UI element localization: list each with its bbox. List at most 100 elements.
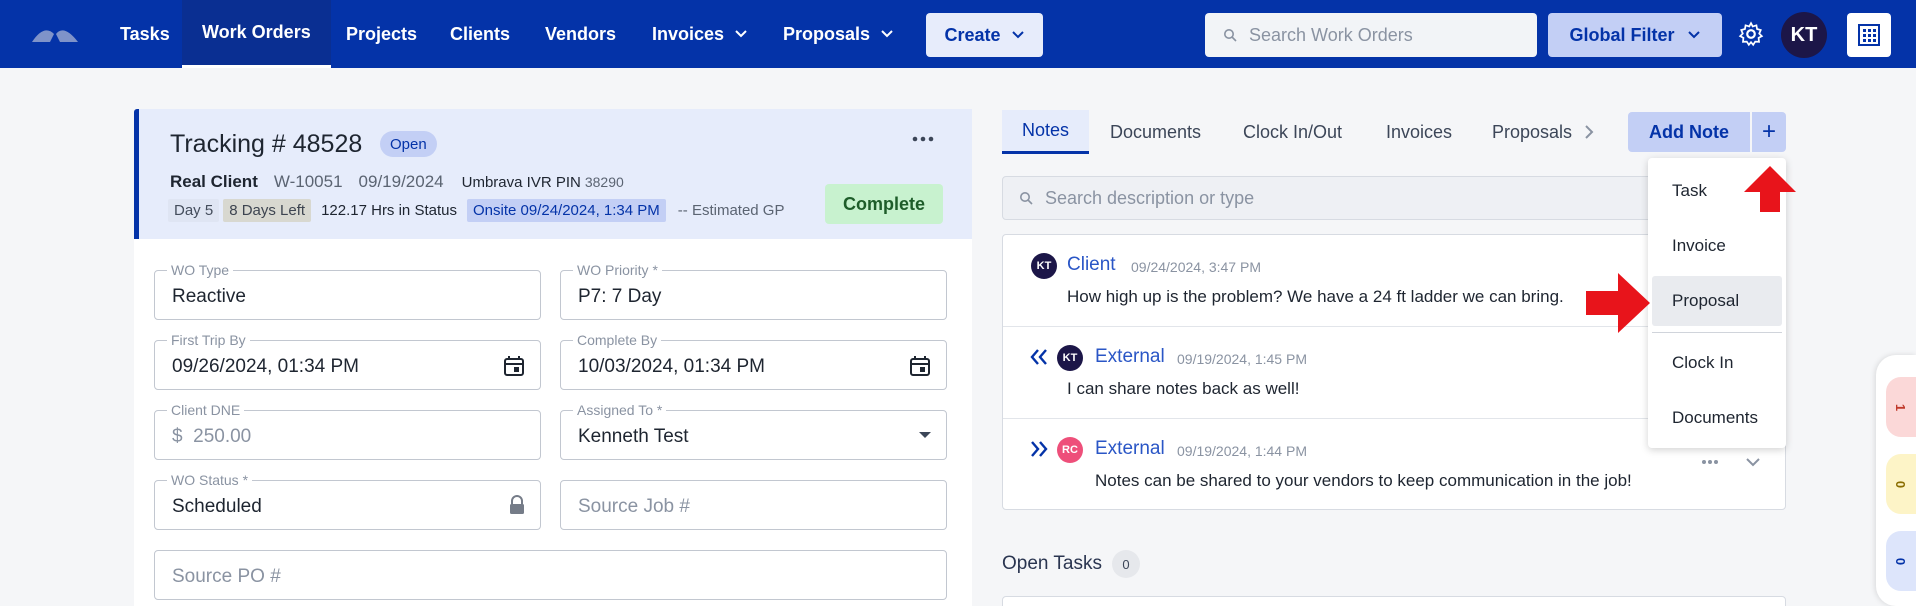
work-order-chips: Day 5 8 Days Left 122.17 Hrs in Status O… <box>168 199 784 222</box>
client-name[interactable]: Real Client <box>170 172 258 192</box>
wo-status-value: Scheduled <box>172 496 262 517</box>
note-author: External <box>1095 438 1165 459</box>
nav-proposals[interactable]: Proposals <box>783 0 894 68</box>
nav-work-orders-label: Work Orders <box>202 22 311 42</box>
day-chip: Day 5 <box>168 199 220 222</box>
work-order-meta: Real Client W-10051 09/19/2024 Umbrava I… <box>170 172 624 192</box>
global-filter-label: Global Filter <box>1569 24 1675 45</box>
tab-notes[interactable]: Notes <box>1002 110 1090 154</box>
chevron-down-icon <box>735 30 747 38</box>
wo-type-field[interactable]: WO Type Reactive <box>154 262 541 320</box>
note-timestamp: 09/19/2024, 1:44 PM <box>1177 443 1307 459</box>
wo-status-label: WO Status * <box>167 472 253 488</box>
side-count-yellow-value: 0 <box>1893 480 1909 488</box>
side-count-yellow[interactable]: 0 <box>1886 454 1916 514</box>
nav-invoices[interactable]: Invoices <box>652 0 748 68</box>
open-tasks-count: 0 <box>1111 550 1140 578</box>
note-author: External <box>1095 346 1165 367</box>
wo-number: W-10051 <box>273 172 343 191</box>
first-trip-by-field[interactable]: First Trip By 09/26/2024, 01:34 PM <box>154 332 541 390</box>
source-job-input[interactable]: Source Job # <box>560 480 947 530</box>
note-body: How high up is the problem? We have a 24… <box>1067 287 1564 306</box>
complete-by-value: 10/03/2024, 01:34 PM <box>578 356 765 377</box>
nav-projects-label: Projects <box>346 23 418 44</box>
building-icon <box>1858 24 1880 46</box>
note-search-placeholder: Search description or type <box>1045 187 1255 208</box>
nav-tasks-label: Tasks <box>120 23 170 44</box>
ivr-pin: 38290 <box>584 174 624 190</box>
client-dne-field[interactable]: Client DNE $ 250.00 <box>154 402 541 460</box>
app-logo[interactable] <box>30 22 80 46</box>
nav-tasks[interactable]: Tasks <box>120 0 170 68</box>
nav-projects[interactable]: Projects <box>346 0 417 68</box>
tab-documents[interactable]: Documents <box>1110 110 1201 154</box>
note-more-icon[interactable] <box>1701 459 1719 465</box>
note-avatar: RC <box>1057 437 1083 463</box>
side-count-strip: 1 0 0 <box>1876 355 1916 606</box>
tab-invoices[interactable]: Invoices <box>1386 110 1452 154</box>
menu-item-documents[interactable]: Documents <box>1652 393 1782 443</box>
calendar-icon[interactable] <box>908 354 932 378</box>
side-count-red[interactable]: 1 <box>1886 377 1916 437</box>
chevron-down-icon[interactable] <box>1745 457 1761 467</box>
search-work-orders-input[interactable]: Search Work Orders <box>1205 13 1537 57</box>
complete-by-field[interactable]: Complete By 10/03/2024, 01:34 PM <box>560 332 947 390</box>
assigned-to-select[interactable]: Assigned To * Kenneth Test <box>560 402 947 460</box>
wo-priority-label: WO Priority * <box>573 262 662 278</box>
open-tasks-label: Open Tasks <box>1002 553 1102 574</box>
wo-priority-field[interactable]: WO Priority * P7: 7 Day <box>560 262 947 320</box>
nav-work-orders[interactable]: Work Orders <box>182 0 331 68</box>
global-filter-button[interactable]: Global Filter <box>1548 13 1722 57</box>
side-count-blue-value: 0 <box>1893 557 1909 565</box>
tab-clock-in-out[interactable]: Clock In/Out <box>1243 110 1342 154</box>
complete-button[interactable]: Complete <box>825 184 943 224</box>
open-tasks-list <box>1002 596 1786 606</box>
search-icon <box>1224 29 1237 42</box>
wo-type-value: Reactive <box>172 286 246 307</box>
nav-clients-label: Clients <box>450 23 511 44</box>
client-dne-value: $ 250.00 <box>172 426 251 448</box>
nav-clients[interactable]: Clients <box>450 0 510 68</box>
nav-invoices-label: Invoices <box>652 23 725 44</box>
source-po-placeholder: Source PO # <box>172 566 281 587</box>
assigned-to-label: Assigned To * <box>573 402 667 418</box>
open-tasks-heading: Open Tasks 0 <box>1002 550 1140 578</box>
annotation-arrow-right-icon <box>1586 273 1650 333</box>
user-avatar[interactable]: KT <box>1781 12 1827 58</box>
tab-proposals[interactable]: Proposals <box>1492 110 1572 154</box>
hrs-in-status: 122.17 Hrs in Status <box>321 202 457 219</box>
source-po-input[interactable]: Source PO # <box>154 550 947 600</box>
create-button-label: Create <box>944 24 1001 45</box>
complete-by-label: Complete By <box>573 332 662 348</box>
client-dne-label: Client DNE <box>167 402 245 418</box>
estimated-gp: -- Estimated GP <box>677 202 785 219</box>
note-timestamp: 09/19/2024, 1:45 PM <box>1177 351 1307 367</box>
add-menu-toggle-button[interactable]: + <box>1752 112 1786 152</box>
add-note-button[interactable]: Add Note <box>1628 112 1750 152</box>
side-count-red-value: 1 <box>1893 403 1909 411</box>
menu-item-proposal[interactable]: Proposal <box>1652 276 1782 326</box>
calendar-icon[interactable] <box>502 354 526 378</box>
chevron-down-icon <box>881 30 893 38</box>
more-options-icon[interactable] <box>912 135 934 143</box>
caret-down-icon <box>919 432 931 438</box>
outgoing-arrows-icon <box>1031 441 1048 457</box>
wo-status-field[interactable]: WO Status * Scheduled <box>154 472 541 530</box>
menu-item-clock-in[interactable]: Clock In <box>1652 338 1782 388</box>
menu-divider <box>1652 332 1782 333</box>
nav-vendors[interactable]: Vendors <box>545 0 616 68</box>
chevron-right-icon[interactable] <box>1584 124 1594 140</box>
create-button[interactable]: Create <box>926 13 1043 57</box>
status-badge: Open <box>380 131 437 157</box>
gear-icon[interactable] <box>1738 21 1764 47</box>
note-body: I can share notes back as well! <box>1067 379 1300 398</box>
wo-type-label: WO Type <box>167 262 234 278</box>
building-icon-button[interactable] <box>1847 13 1891 57</box>
lock-icon <box>510 495 524 514</box>
annotation-arrow-up-icon <box>1744 166 1796 212</box>
menu-item-invoice[interactable]: Invoice <box>1652 221 1782 271</box>
note-timestamp: 09/24/2024, 3:47 PM <box>1131 259 1261 275</box>
side-count-blue[interactable]: 0 <box>1886 531 1916 591</box>
nav-vendors-label: Vendors <box>545 23 617 44</box>
tracking-title: Tracking # 48528 <box>170 130 363 158</box>
